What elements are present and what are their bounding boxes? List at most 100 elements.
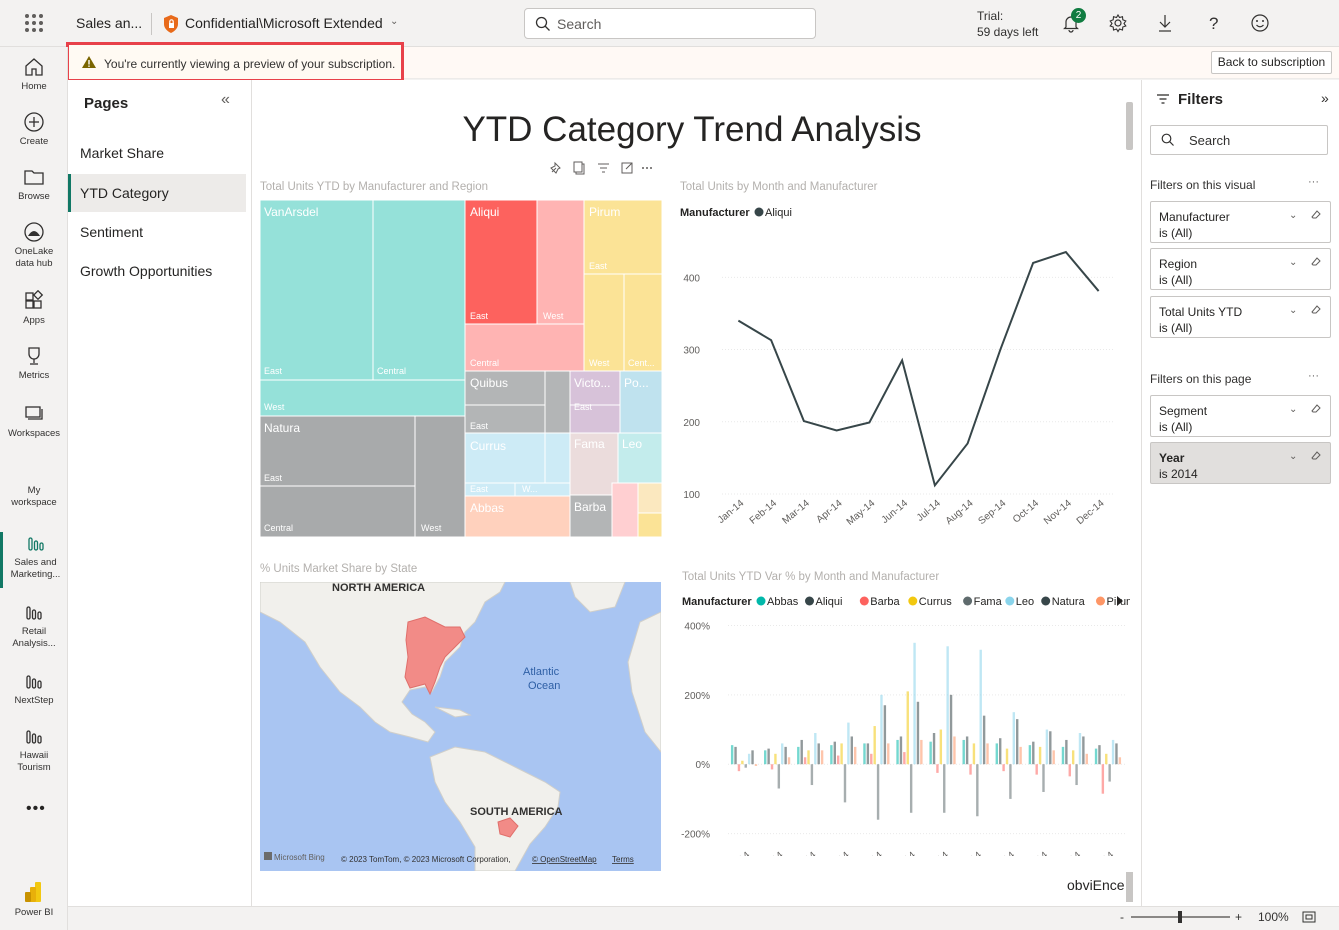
- app-launcher-icon[interactable]: [25, 14, 43, 32]
- treemap-label: Central: [377, 366, 406, 376]
- filter-card-total-units-ytd[interactable]: Total Units YTD is (All) ⌄: [1150, 296, 1331, 338]
- pages-title: Pages: [84, 95, 129, 112]
- visual-header-toolbar: [550, 161, 652, 175]
- chevron-down-icon[interactable]: ⌄: [1289, 303, 1297, 319]
- nav-label: Tourism: [17, 762, 51, 773]
- filter-icon[interactable]: [598, 163, 609, 173]
- filter-card-region[interactable]: Region is (All) ⌄: [1150, 248, 1331, 290]
- nav-my-workspace[interactable]: My workspace: [0, 485, 68, 509]
- filter-card-year[interactable]: Year is 2014 ⌄: [1150, 442, 1331, 484]
- line-chart[interactable]: Total Units by Month and Manufacturer Man…: [680, 176, 1125, 526]
- preview-message: You're currently viewing a preview of yo…: [104, 57, 396, 71]
- bar-pirum: [1085, 753, 1088, 765]
- treemap-label: West: [264, 402, 285, 412]
- canvas-scrollbar-bottom[interactable]: [1126, 872, 1133, 902]
- chevron-down-icon[interactable]: ⌄: [390, 16, 398, 27]
- bar-pirum: [787, 757, 791, 765]
- workspaces-icon: [25, 406, 43, 420]
- page-tab-growth-opportunities[interactable]: Growth Opportunities: [68, 252, 246, 290]
- download-icon[interactable]: [1155, 13, 1175, 33]
- bar-currus: [741, 760, 744, 765]
- report-icon: [26, 730, 42, 744]
- back-to-subscription-button[interactable]: Back to subscription: [1211, 51, 1332, 74]
- nav-retail-analysis[interactable]: Retail Analysis...: [0, 601, 68, 650]
- x-tick-label: Mar-14: [787, 850, 819, 856]
- x-tick-label: Jul-14: [915, 498, 943, 524]
- filter-card-segment[interactable]: Segment is (All) ⌄: [1150, 395, 1331, 437]
- x-tick-label: Jul-14: [923, 850, 951, 856]
- chevron-down-icon[interactable]: ⌄: [1289, 255, 1297, 271]
- page-tab-ytd-category[interactable]: YTD Category: [68, 174, 246, 212]
- treemap-label: Leo: [622, 437, 642, 451]
- zoom-out-button[interactable]: -: [1120, 910, 1124, 924]
- global-search-input[interactable]: Search: [524, 8, 816, 39]
- pin-icon[interactable]: [550, 161, 561, 174]
- treemap-vanarsdel-east: [260, 200, 374, 381]
- nav-home[interactable]: Home: [0, 56, 68, 93]
- copy-icon[interactable]: [573, 161, 585, 175]
- gear-icon[interactable]: [1108, 13, 1128, 33]
- help-icon[interactable]: ?: [1203, 13, 1223, 33]
- nav-nextstep[interactable]: NextStep: [0, 670, 68, 707]
- focus-mode-icon[interactable]: [621, 162, 633, 174]
- nav-browse[interactable]: Browse: [0, 166, 68, 203]
- clustered-column-chart[interactable]: Total Units YTD Var % by Month and Manuf…: [680, 566, 1130, 856]
- more-options-icon[interactable]: •••: [26, 800, 46, 818]
- nav-hawaii-tourism[interactable]: Hawaii Tourism: [0, 725, 68, 774]
- eraser-icon[interactable]: [1310, 449, 1322, 461]
- canvas-scrollbar[interactable]: [1126, 102, 1133, 150]
- bar-barba: [1101, 764, 1105, 794]
- bar-natura: [1115, 743, 1118, 765]
- fit-to-page-icon[interactable]: [1302, 911, 1316, 923]
- bar-abbas: [830, 745, 833, 765]
- legend-item: Leo: [1016, 596, 1034, 608]
- bar-natura: [850, 736, 853, 765]
- nav-create[interactable]: Create: [0, 111, 68, 148]
- bar-aliqui: [734, 746, 737, 765]
- treemap-label: West: [589, 358, 610, 368]
- zoom-in-button[interactable]: +: [1235, 910, 1242, 924]
- zoom-slider-thumb[interactable]: [1178, 911, 1182, 923]
- eraser-icon[interactable]: [1310, 303, 1322, 315]
- bar-natura: [784, 746, 787, 765]
- powerbi-brand[interactable]: Power BI: [0, 880, 68, 919]
- nav-metrics[interactable]: Metrics: [0, 345, 68, 382]
- bar-aliqui: [800, 739, 803, 765]
- treemap-chart[interactable]: VanArsdel East Central West Natura East …: [260, 200, 662, 537]
- more-options-icon[interactable]: ···: [1308, 370, 1319, 382]
- nav-onelake[interactable]: OneLake data hub: [0, 221, 68, 270]
- filters-search-input[interactable]: Search: [1150, 125, 1328, 155]
- legend-item: Aliqui: [816, 596, 843, 608]
- y-tick-label: 400: [683, 273, 700, 284]
- collapse-filters-icon[interactable]: »: [1321, 90, 1329, 106]
- more-options-icon[interactable]: ···: [1308, 176, 1319, 188]
- treemap-label: Victo...: [574, 376, 610, 390]
- nav-workspaces[interactable]: Workspaces: [0, 403, 68, 440]
- collapse-pages-icon[interactable]: «: [221, 91, 230, 109]
- bar-leo: [747, 753, 751, 765]
- more-options-icon[interactable]: [642, 167, 652, 169]
- eraser-icon[interactable]: [1310, 208, 1322, 220]
- eraser-icon[interactable]: [1310, 255, 1322, 267]
- filled-map[interactable]: NORTH AMERICA SOUTH AMERICA Atlantic Oce…: [260, 582, 661, 871]
- nav-sales-marketing[interactable]: Sales and Marketing...: [0, 532, 68, 588]
- chevron-down-icon[interactable]: ⌄: [1289, 449, 1297, 465]
- x-tick-label: Oct-14: [1011, 498, 1041, 526]
- page-tab-sentiment[interactable]: Sentiment: [68, 213, 246, 251]
- report-icon: [26, 675, 42, 689]
- trophy-icon: [28, 347, 40, 365]
- workspace-title[interactable]: Sales an...: [76, 15, 142, 31]
- treemap-small-2: [637, 482, 662, 514]
- eraser-icon[interactable]: [1310, 402, 1322, 414]
- treemap-natura-west: [414, 415, 466, 537]
- nav-apps[interactable]: Apps: [0, 290, 68, 327]
- bar-barba: [1035, 764, 1038, 775]
- bar-leo: [979, 649, 982, 765]
- treemap-label: Cent...: [628, 358, 655, 368]
- filter-card-manufacturer[interactable]: Manufacturer is (All) ⌄: [1150, 201, 1331, 243]
- sensitivity-label[interactable]: Confidential\Microsoft Extended: [185, 15, 383, 31]
- chevron-down-icon[interactable]: ⌄: [1289, 208, 1297, 224]
- chevron-down-icon[interactable]: ⌄: [1289, 402, 1297, 418]
- feedback-smiley-icon[interactable]: [1250, 13, 1270, 33]
- page-tab-market-share[interactable]: Market Share: [68, 134, 246, 172]
